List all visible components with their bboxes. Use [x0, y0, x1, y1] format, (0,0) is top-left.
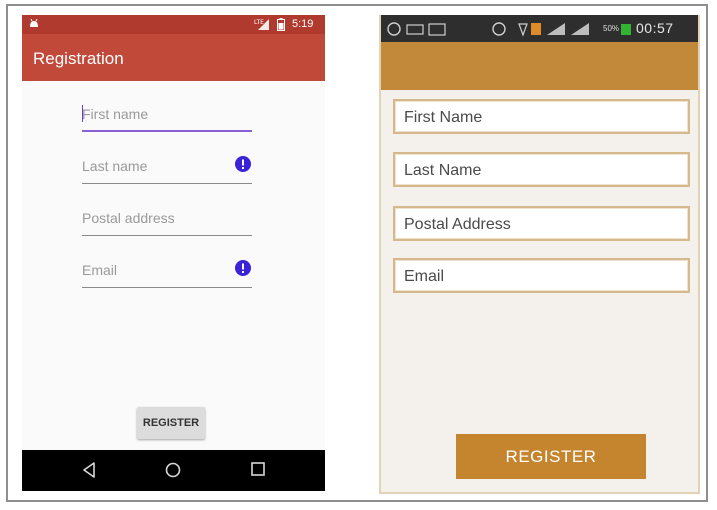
battery-percent: 50% [603, 24, 620, 33]
right-phone-screen: 50% 00:57 First Name Last Name Postal Ad… [379, 15, 700, 494]
postal-address-placeholder: Postal address [82, 210, 175, 226]
navigation-bar [22, 450, 325, 491]
home-icon[interactable] [165, 462, 181, 478]
notification-icons [387, 22, 589, 37]
left-phone-screen: LTE 5:19 Registration First name Last na… [22, 15, 325, 491]
input-underline [82, 130, 252, 132]
email-input[interactable]: Email [393, 258, 690, 293]
right-clock: 00:57 [636, 20, 674, 36]
signal-icon-2 [571, 23, 589, 35]
wifi-icon [518, 23, 528, 37]
alarm-icon [492, 22, 506, 36]
input-underline [82, 183, 252, 184]
left-clock: 5:19 [292, 18, 314, 30]
email-placeholder: Email [404, 268, 445, 285]
right-status-bar: 50% 00:57 [381, 15, 698, 42]
first-name-placeholder: First Name [404, 109, 483, 126]
signal-icon-1 [547, 23, 565, 35]
left-app-bar: Registration [22, 34, 325, 81]
error-icon [235, 260, 251, 276]
first-name-input[interactable]: First Name [393, 99, 690, 134]
input-underline [82, 235, 252, 236]
signal-icon: LTE [254, 19, 269, 30]
postal-address-input[interactable]: Postal address [82, 208, 252, 236]
right-header-bar [381, 42, 698, 90]
page-title: Registration [33, 49, 124, 68]
last-name-input[interactable]: Last Name [393, 152, 690, 187]
last-name-input[interactable]: Last name [82, 156, 252, 184]
back-icon[interactable] [82, 462, 96, 478]
comparison-frame: LTE 5:19 Registration First name Last na… [6, 4, 708, 502]
keyboard-icon [406, 24, 424, 35]
android-icon [30, 19, 38, 27]
first-name-placeholder: First name [82, 106, 149, 122]
postal-address-input[interactable]: Postal Address [393, 206, 690, 241]
register-button[interactable]: REGISTER [137, 407, 205, 439]
whatsapp-icon [387, 22, 401, 36]
last-name-placeholder: Last Name [404, 162, 482, 179]
battery-icon [621, 24, 631, 35]
email-placeholder: Email [82, 262, 118, 278]
input-underline [82, 287, 252, 288]
image-icon [428, 23, 446, 36]
register-button[interactable]: REGISTER [456, 434, 646, 479]
email-input[interactable]: Email [82, 260, 252, 288]
recents-icon[interactable] [251, 462, 265, 476]
network-label: LTE [254, 19, 264, 26]
error-icon [235, 156, 251, 172]
last-name-placeholder: Last name [82, 158, 148, 174]
sim-icon [531, 23, 541, 35]
battery-icon [277, 18, 285, 31]
first-name-input[interactable]: First name [82, 104, 252, 132]
postal-address-placeholder: Postal Address [404, 216, 511, 233]
left-status-bar: LTE 5:19 [22, 15, 325, 34]
